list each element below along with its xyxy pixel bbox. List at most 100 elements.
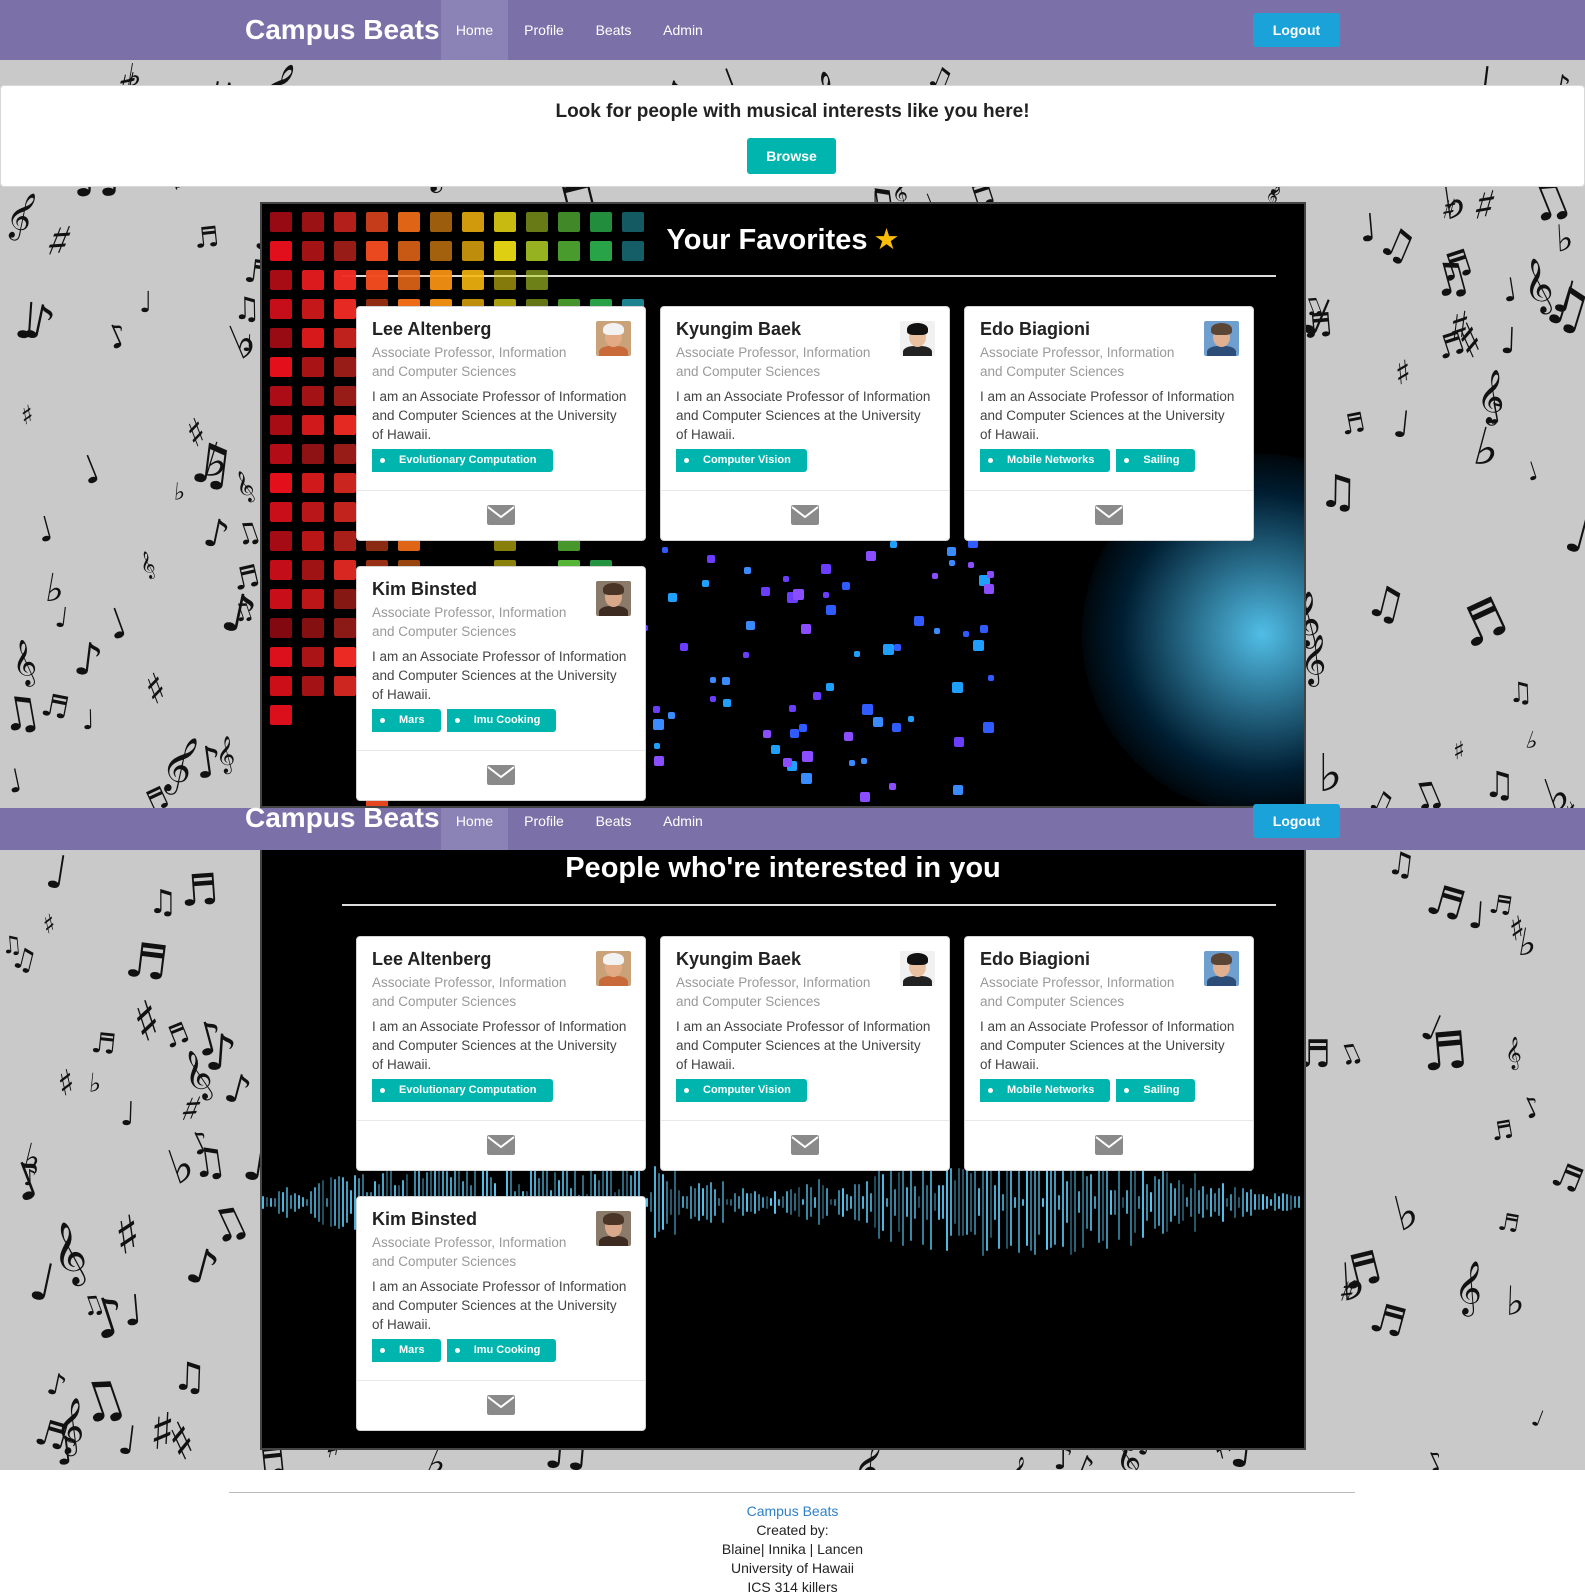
nav-beats[interactable]: Beats [580, 0, 647, 60]
waveform-bar [794, 1193, 796, 1211]
interest-tag[interactable]: Imu Cooking [446, 1339, 557, 1362]
waveform-bar [1190, 1187, 1192, 1217]
music-note-icon: ♫ [7, 939, 41, 979]
profile-card[interactable]: Kyungim Baek Associate Professor, Informa… [660, 306, 950, 541]
waveform-bar [1154, 1175, 1156, 1229]
waveform-bar [1066, 1181, 1068, 1223]
waveform-bar [1162, 1170, 1164, 1234]
waveform-bar [990, 1166, 992, 1238]
equalizer-dot [914, 616, 924, 626]
logout-button[interactable]: Logout [1253, 13, 1340, 47]
footer-university: University of Hawaii [731, 1560, 854, 1576]
footer-brand-link[interactable]: Campus Beats [0, 1502, 1585, 1521]
envelope-icon[interactable] [487, 505, 515, 525]
profile-card[interactable]: Kim Binsted Associate Professor, Informat… [356, 1196, 646, 1431]
nav-profile[interactable]: Profile [508, 0, 580, 60]
envelope-icon[interactable] [791, 505, 819, 525]
envelope-icon[interactable] [487, 1395, 515, 1415]
music-note-icon: ♪ [1421, 1444, 1450, 1470]
music-note-icon: ♫ [1507, 675, 1534, 710]
equalizer-dot [793, 589, 804, 600]
waveform-bar [1198, 1190, 1200, 1214]
waveform-bar [958, 1168, 960, 1236]
interest-tag[interactable]: Mars [372, 1339, 441, 1362]
nav-admin[interactable]: Admin [647, 0, 719, 60]
envelope-icon[interactable] [1095, 1135, 1123, 1155]
nav-home[interactable]: Home [441, 808, 508, 850]
envelope-icon[interactable] [791, 1135, 819, 1155]
interest-tag[interactable]: Sailing [1116, 1079, 1196, 1102]
profile-card[interactable]: Lee Altenberg Associate Professor, Inform… [356, 306, 646, 541]
card-name[interactable]: Edo Biagioni [980, 949, 1090, 970]
profile-card[interactable]: Edo Biagioni Associate Professor, Informa… [964, 306, 1254, 541]
avatar [596, 1211, 631, 1246]
waveform-bar [1278, 1195, 1280, 1209]
nav-profile[interactable]: Profile [508, 808, 580, 850]
card-name[interactable]: Kyungim Baek [676, 949, 801, 970]
card-name[interactable]: Lee Altenberg [372, 319, 491, 340]
music-note-icon: ♫ [0, 682, 46, 744]
envelope-icon[interactable] [487, 1135, 515, 1155]
brand-logo[interactable]: Campus Beats [245, 802, 440, 834]
interest-tag[interactable]: Computer Vision [676, 449, 807, 472]
equalizer-dot [954, 737, 964, 747]
nav-beats[interactable]: Beats [580, 808, 647, 850]
interest-tag[interactable]: Sailing [1116, 449, 1196, 472]
equalizer-dot [849, 760, 855, 766]
equalizer-dot [908, 716, 914, 722]
equalizer-dot [744, 567, 751, 574]
profile-card[interactable]: Lee Altenberg Associate Professor, Inform… [356, 936, 646, 1171]
card-description-line: of Hawaii. [372, 687, 432, 702]
interest-tag[interactable]: Mars [372, 709, 441, 732]
card-name[interactable]: Lee Altenberg [372, 949, 491, 970]
equalizer-bar [302, 647, 324, 667]
avatar [1204, 951, 1239, 986]
nav-home[interactable]: Home [441, 0, 508, 60]
profile-card[interactable]: Edo Biagioni Associate Professor, Informa… [964, 936, 1254, 1171]
interest-tag[interactable]: Imu Cooking [446, 709, 557, 732]
waveform-bar [262, 1195, 264, 1209]
nav-admin[interactable]: Admin [647, 808, 719, 850]
profile-card[interactable]: Kim Binsted Associate Professor, Informat… [356, 566, 646, 801]
envelope-icon[interactable] [1095, 505, 1123, 525]
waveform-bar [646, 1197, 648, 1207]
equalizer-bar [302, 415, 324, 435]
waveform-bar [1218, 1188, 1220, 1216]
music-note-icon: ♩ [139, 285, 153, 319]
equalizer-bar [270, 531, 292, 551]
equalizer-dot [866, 551, 876, 561]
profile-card[interactable]: Kyungim Baek Associate Professor, Informa… [660, 936, 950, 1171]
interest-tag[interactable]: Evolutionary Computation [372, 449, 553, 472]
logout-button[interactable]: Logout [1253, 804, 1340, 838]
browse-button[interactable]: Browse [747, 138, 836, 174]
waveform-bar [846, 1193, 848, 1211]
music-note-icon: ♯ [110, 1204, 145, 1268]
interest-tags: Mobile Networks Sailing [980, 449, 1201, 473]
waveform-bar [310, 1190, 312, 1214]
equalizer-bar [398, 241, 420, 261]
card-name[interactable]: Kyungim Baek [676, 319, 801, 340]
card-name[interactable]: Kim Binsted [372, 579, 477, 600]
interest-tag[interactable]: Mobile Networks [980, 1079, 1111, 1102]
envelope-icon[interactable] [487, 765, 515, 785]
waveform-bar [1234, 1186, 1236, 1218]
music-note-icon: ♫ [1483, 765, 1516, 806]
waveform-bar [738, 1195, 740, 1209]
music-note-icon: ♩ [1499, 320, 1518, 363]
waveform-bar [682, 1196, 684, 1208]
interest-tag[interactable]: Computer Vision [676, 1079, 807, 1102]
card-title-line: Associate Professor, Information [676, 975, 871, 990]
equalizer-bar [398, 270, 420, 290]
card-name[interactable]: Kim Binsted [372, 1209, 477, 1230]
equalizer-dot [722, 677, 730, 685]
music-note-icon: ♩ [81, 704, 96, 737]
interest-tag[interactable]: Mobile Networks [980, 449, 1111, 472]
interest-tag[interactable]: Evolutionary Computation [372, 1079, 553, 1102]
browse-message: Look for people with musical interests l… [555, 101, 1030, 122]
brand-logo[interactable]: Campus Beats [245, 14, 440, 46]
card-description-line: of Hawaii. [372, 1057, 432, 1072]
card-description: I am an Associate Professor of Informati… [372, 1277, 637, 1334]
music-note-icon: ♩ [1466, 893, 1487, 938]
card-name[interactable]: Edo Biagioni [980, 319, 1090, 340]
music-note-icon: ♩ [1527, 1404, 1548, 1434]
